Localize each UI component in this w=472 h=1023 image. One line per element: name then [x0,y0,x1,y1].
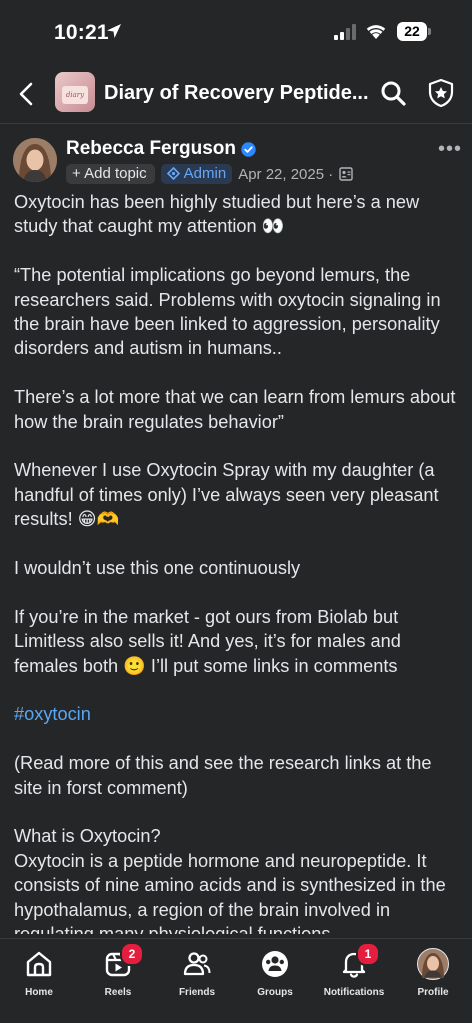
members-audience-icon [339,167,353,181]
bottom-tab-bar: Home 2 Reels Friends Groups 1 Notificati… [0,938,472,1023]
tab-label: Groups [257,987,293,998]
post-paragraph: If you’re in the market - got ours from … [14,606,401,676]
battery-indicator: 22 [397,22,427,41]
admin-diamond-icon [166,167,180,180]
location-arrow-icon [107,24,121,38]
status-time: 10:21 [54,21,109,44]
post-paragraph: “The potential implications go beyond le… [14,265,441,359]
author-name[interactable]: Rebecca Ferguson [66,138,236,160]
admin-shield-icon[interactable] [427,78,455,108]
groups-icon [262,951,288,977]
tab-label: Friends [178,987,216,998]
tab-friends[interactable]: Friends [157,947,237,998]
post-meta: + Add topic Admin Apr 22, 2025 · [66,163,353,185]
status-bar: 10:21 22 [0,0,472,62]
admin-badge: Admin [160,164,233,184]
admin-label: Admin [183,165,227,182]
tab-label: Home [25,987,53,998]
add-topic-button[interactable]: + Add topic [66,164,155,184]
reels-badge: 2 [120,942,144,966]
underlined-text: logical fu [201,924,273,934]
tab-label: Reels [104,987,132,998]
more-options-icon[interactable]: ••• [438,139,462,159]
group-title[interactable]: Diary of Recovery Peptide... [104,82,369,105]
tab-groups[interactable]: Groups [235,947,315,998]
tab-home[interactable]: Home [0,947,79,998]
post-paragraph: Whenever I use Oxytocin Spray with my da… [14,460,439,530]
what-is-text: Oxytocin is a peptide hormone and neurop… [14,850,446,934]
tab-notifications[interactable]: 1 Notifications [314,942,394,998]
post-date[interactable]: Apr 22, 2025 · [238,166,333,183]
tab-label: Notifications [323,987,385,998]
author-photo [13,138,57,182]
post-paragraph: There’s a lot more that we can learn fro… [14,387,456,432]
back-arrow-icon[interactable] [14,80,40,108]
group-thumbnail[interactable]: diary [55,72,95,112]
group-thumb-label: diary [62,86,88,104]
what-is-heading: What is Oxytocin? [14,826,161,847]
search-icon[interactable] [380,80,406,106]
battery-tip [428,28,431,35]
tab-profile[interactable]: Profile [393,947,472,998]
home-icon [26,951,52,977]
what-is-text-end: nctions. [273,924,336,934]
group-header: diary Diary of Recovery Peptide... [0,62,472,124]
hashtag-link[interactable]: #oxytocin [14,702,462,726]
tab-reels[interactable]: 2 Reels [78,942,158,998]
tab-label: Profile [417,987,449,998]
friends-icon [183,952,211,976]
profile-avatar [417,948,449,980]
what-is-paragraph: Oxytocin is a peptide hormone and neurop… [14,849,462,934]
notifications-badge: 1 [356,942,380,966]
post-paragraph: (Read more of this and see the research … [14,753,432,798]
author-avatar[interactable] [13,138,57,182]
post-paragraph: Oxytocin has been highly studied but her… [14,192,420,237]
post-body: Oxytocin has been highly studied but her… [14,190,462,934]
wifi-icon [366,25,386,39]
verified-badge-icon [241,142,256,157]
cellular-signal-icon [334,24,356,40]
post-paragraph: I wouldn’t use this one continuously [14,558,301,579]
